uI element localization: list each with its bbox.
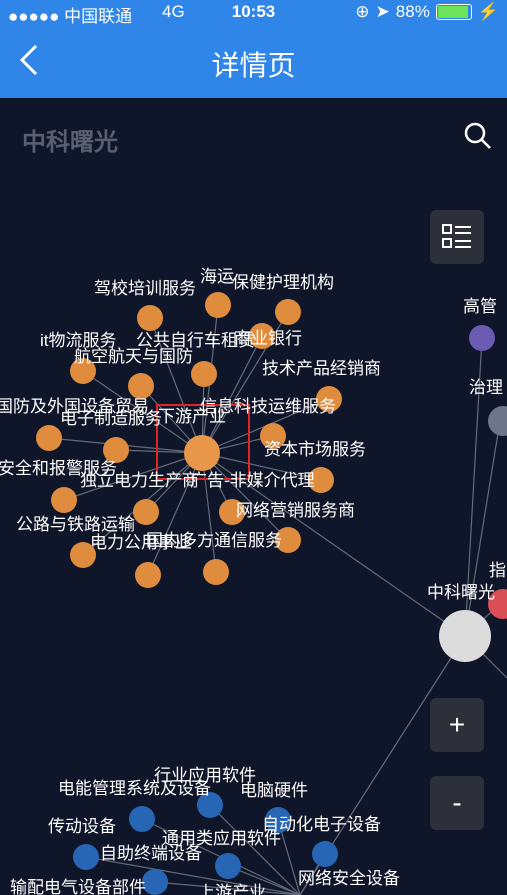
node-label: 指 xyxy=(489,561,506,580)
location-icon: ➤ xyxy=(375,2,390,21)
graph-node[interactable] xyxy=(312,841,338,867)
graph-node[interactable] xyxy=(215,853,241,879)
zoom-out-button[interactable]: - xyxy=(430,776,484,830)
node-label: 自助终端设备 xyxy=(100,844,202,863)
graph-node[interactable] xyxy=(73,844,99,870)
graph-node[interactable] xyxy=(488,406,507,436)
node-label: 资本市场服务 xyxy=(264,440,366,459)
graph-node[interactable] xyxy=(36,425,62,451)
battery-icon xyxy=(435,4,472,20)
graph-node[interactable] xyxy=(191,361,217,387)
center-node[interactable] xyxy=(439,610,491,662)
node-label: 公路与铁路运输 xyxy=(16,515,135,534)
node-label: 广告-非媒介代理 xyxy=(190,471,315,490)
node-label: 输配电气设备部件 xyxy=(10,878,146,895)
node-label: 高管 xyxy=(463,297,497,316)
graph-node[interactable] xyxy=(133,499,159,525)
status-right: ⊕ ➤ 88% ⚡ xyxy=(355,2,499,22)
node-label: 航空航天与国防 xyxy=(74,347,193,366)
node-label: 技术产品经销商 xyxy=(262,359,381,378)
node-label: 传动设备 xyxy=(48,817,116,836)
legend-toggle-button[interactable] xyxy=(430,210,484,264)
graph-node[interactable] xyxy=(203,559,229,585)
node-label: 国内多方通信服务 xyxy=(146,531,282,550)
node-label: 电子制造服务 xyxy=(60,409,162,428)
graph-view[interactable]: 中科曙光 驾校培训服务 海运 保健护理机构 商业银行 it物流服务 公共自行车租… xyxy=(0,98,507,895)
hub-node[interactable] xyxy=(184,435,220,471)
node-label: 海运 xyxy=(200,267,234,286)
graph-node[interactable] xyxy=(51,487,77,513)
graph-node[interactable] xyxy=(129,806,155,832)
graph-node[interactable] xyxy=(205,292,231,318)
node-label: 网络安全设备 xyxy=(298,869,400,888)
node-label: 保健护理机构 xyxy=(232,273,334,292)
graph-node[interactable] xyxy=(135,562,161,588)
zoom-in-button[interactable]: + xyxy=(430,698,484,752)
node-label: 独立电力生产商 xyxy=(80,471,199,490)
node-label: 上游产业 xyxy=(198,883,266,895)
status-bar: ●●●●● 中国联通 4G 10:53 ⊕ ➤ 88% ⚡ xyxy=(0,0,507,26)
graph-node[interactable] xyxy=(128,373,154,399)
node-label: 电脑硬件 xyxy=(240,781,308,800)
node-label: 驾校培训服务 xyxy=(94,279,196,298)
hub-label: 下游产业 xyxy=(158,407,226,426)
page-title: 详情页 xyxy=(211,50,296,81)
nav-bar: 详情页 xyxy=(0,26,507,98)
battery-percent: 88% xyxy=(395,2,430,21)
list-icon xyxy=(442,224,471,248)
graph-node[interactable] xyxy=(275,299,301,325)
center-label: 中科曙光 xyxy=(427,583,495,602)
graph-node[interactable] xyxy=(137,305,163,331)
node-label: 电能管理系统及设备 xyxy=(58,779,211,798)
graph-node[interactable] xyxy=(469,325,495,351)
charging-icon: ⚡ xyxy=(477,2,499,21)
node-label: 治理 xyxy=(469,378,503,397)
node-label: 网络营销服务商 xyxy=(236,501,355,520)
lock-rotation-icon: ⊕ xyxy=(355,2,370,21)
